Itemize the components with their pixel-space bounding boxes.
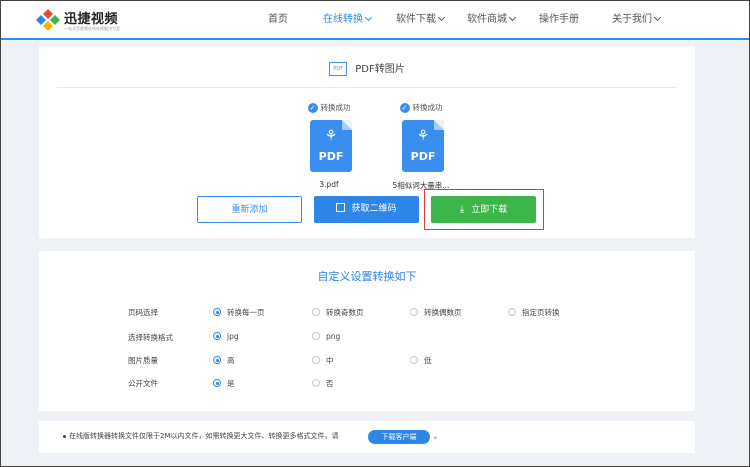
chevron-down-icon (508, 13, 517, 22)
success-status: ✓ 转换成功 (381, 102, 461, 113)
public-file-label: 公开文件 (128, 379, 158, 388)
radio-icon (213, 332, 221, 340)
nav-software-download-label: 软件下载 (396, 14, 436, 25)
chevron-down-icon (364, 13, 373, 22)
success-text: 转换成功 (320, 103, 351, 112)
radio-icon (213, 308, 221, 316)
radio-png[interactable]: png (312, 332, 340, 341)
nav-software-store[interactable]: 软件商城 (467, 0, 517, 40)
radio-icon (508, 308, 516, 316)
radio-icon (312, 332, 320, 340)
settings-card: 自定义设置转换如下 页码选择 转换每一页 转换奇数页 转换偶数页 指定页转换 选… (39, 251, 695, 411)
pdf-icon-label: PDF (410, 150, 436, 163)
brand-slogan: 一站式音视频在线处理解决方案 (64, 26, 120, 31)
option-label: 指定页转换 (522, 308, 560, 317)
radio-quality-medium[interactable]: 中 (312, 355, 334, 366)
option-label: 转换奇数页 (326, 308, 364, 317)
highlight-box (424, 189, 544, 230)
notice-bar: 在线版转换器转换文件仅限于2M以内文件，如需转换更大文件、转换更多格式文件，请 … (39, 421, 695, 453)
radio-icon (213, 379, 221, 387)
option-label: png (326, 332, 341, 341)
option-label: 转换每一页 (227, 308, 265, 317)
radio-icon (213, 356, 221, 364)
option-label: 转换偶数页 (424, 308, 462, 317)
radio-icon (312, 308, 320, 316)
radio-icon (312, 356, 320, 364)
radio-icon (312, 379, 320, 387)
check-icon: ✓ (399, 103, 410, 113)
bullet-icon (63, 434, 66, 438)
nav-about[interactable]: 关于我们 (612, 0, 662, 40)
nav-manual[interactable]: 操作手册 (539, 0, 579, 40)
convert-result-card: PDF PDF转图片 ✓ 转换成功 ⚘ PDF 3.pdf ✓ 转换成功 ⚘ PDF … (39, 46, 695, 238)
radio-jpg[interactable]: jpg (213, 332, 239, 341)
pdf-document-icon: ⚘ PDF (310, 120, 352, 172)
radio-public-yes[interactable]: 是 (213, 378, 235, 389)
nav-online-convert-label: 在线转换 (323, 14, 363, 25)
pdf-document-icon: ⚘ PDF (402, 120, 444, 172)
radio-even-pages[interactable]: 转换偶数页 (410, 307, 462, 318)
get-qrcode-button[interactable]: 获取二维码 (314, 196, 419, 223)
file-name: 3.pdf (319, 180, 339, 189)
notice-end-mark: 。 (434, 432, 441, 440)
option-label: 是 (227, 379, 235, 388)
option-label: 高 (227, 356, 235, 365)
brand-name[interactable]: 迅捷视频 (64, 8, 118, 27)
radio-quality-high[interactable]: 高 (213, 355, 235, 366)
nav-software-store-label: 软件商城 (467, 14, 507, 25)
success-text: 转换成功 (412, 103, 443, 112)
radio-icon (410, 356, 418, 364)
divider (57, 87, 677, 88)
radio-every-page[interactable]: 转换每一页 (213, 307, 265, 318)
option-label: 中 (326, 356, 334, 365)
radio-specified-pages[interactable]: 指定页转换 (508, 307, 560, 318)
top-header: 迅捷视频 一站式音视频在线处理解决方案 首页 在线转换 软件下载 软件商城 操作… (0, 0, 750, 40)
format-label: 选择转换格式 (128, 333, 173, 342)
download-client-button[interactable]: 下载客户端 (368, 430, 430, 444)
nav-home[interactable]: 首页 (268, 0, 288, 40)
option-label: 否 (326, 379, 334, 388)
convert-title-text: PDF转图片 (355, 64, 405, 75)
convert-title: PDF PDF转图片 (39, 60, 695, 76)
readd-button[interactable]: 重新添加 (197, 196, 302, 223)
pdf-file-icon: PDF (329, 62, 348, 76)
pdf-icon-label: PDF (318, 150, 344, 163)
nav-about-label: 关于我们 (612, 14, 652, 25)
option-label: 低 (424, 356, 432, 365)
quality-label: 图片质量 (128, 356, 158, 365)
radio-icon (410, 308, 418, 316)
radio-public-no[interactable]: 否 (312, 378, 334, 389)
chevron-down-icon (437, 13, 446, 22)
nav-online-convert[interactable]: 在线转换 (323, 0, 373, 40)
nav-home-label: 首页 (268, 14, 288, 25)
logo-icon[interactable] (36, 9, 60, 31)
radio-odd-pages[interactable]: 转换奇数页 (312, 307, 364, 318)
notice-message: 在线版转换器转换文件仅限于2M以内文件，如需转换更大文件、转换更多格式文件，请 (69, 432, 339, 440)
page-select-label: 页码选择 (128, 308, 158, 317)
notice-text: 在线版转换器转换文件仅限于2M以内文件，如需转换更大文件、转换更多格式文件，请 (63, 431, 339, 441)
success-status: ✓ 转换成功 (289, 102, 369, 113)
option-label: jpg (227, 332, 239, 341)
nav-manual-label: 操作手册 (539, 14, 579, 25)
get-qrcode-label: 获取二维码 (351, 204, 397, 214)
settings-title: 自定义设置转换如下 (317, 270, 417, 283)
chevron-down-icon (653, 13, 662, 22)
check-icon: ✓ (307, 103, 318, 113)
qrcode-icon (336, 203, 346, 212)
nav-software-download[interactable]: 软件下载 (396, 0, 446, 40)
radio-quality-low[interactable]: 低 (410, 355, 432, 366)
